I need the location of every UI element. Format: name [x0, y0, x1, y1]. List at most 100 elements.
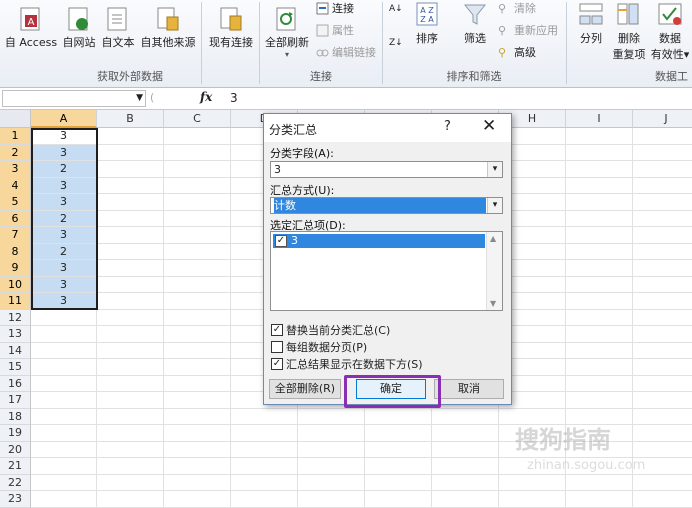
- cell-i11[interactable]: [566, 293, 633, 310]
- checkbox-checked-icon[interactable]: ✓: [271, 358, 283, 370]
- row-header-9[interactable]: 9: [0, 260, 31, 277]
- cell-a9[interactable]: 3: [31, 260, 97, 277]
- summary-below-checkbox[interactable]: ✓ 汇总结果显示在数据下方(S): [271, 356, 423, 372]
- cell-a18[interactable]: [31, 408, 97, 425]
- row-header-15[interactable]: 15: [0, 359, 31, 376]
- formula-input[interactable]: 3: [230, 91, 238, 105]
- cell-a22[interactable]: [31, 474, 97, 491]
- cell-i8[interactable]: [566, 243, 633, 260]
- cell-c18[interactable]: [164, 408, 231, 425]
- cell-j7[interactable]: [633, 227, 692, 244]
- ok-button[interactable]: 确定: [356, 379, 426, 399]
- cell-a13[interactable]: [31, 326, 97, 343]
- row-header-8[interactable]: 8: [0, 243, 31, 260]
- cell-d21[interactable]: [231, 458, 298, 475]
- from-other-sources-button[interactable]: 自其他来源: [139, 6, 197, 50]
- cell-b10[interactable]: [97, 276, 164, 293]
- cell-a12[interactable]: [31, 309, 97, 326]
- row-header-13[interactable]: 13: [0, 326, 31, 343]
- column-header-j[interactable]: J: [633, 110, 692, 128]
- cell-a5[interactable]: 3: [31, 194, 97, 211]
- cell-f23[interactable]: [365, 491, 432, 508]
- edit-links-button[interactable]: 编辑链接: [316, 44, 376, 60]
- cell-i14[interactable]: [566, 342, 633, 359]
- cell-j22[interactable]: [633, 475, 692, 491]
- cell-b17[interactable]: [97, 392, 164, 409]
- cell-b2[interactable]: [97, 144, 164, 161]
- cell-i4[interactable]: [566, 177, 633, 194]
- cell-b13[interactable]: [97, 326, 164, 343]
- cell-c4[interactable]: [164, 177, 231, 194]
- cell-a10[interactable]: 3: [31, 276, 97, 293]
- chevron-up-icon[interactable]: ▲: [490, 234, 496, 243]
- cell-g23[interactable]: [432, 491, 499, 508]
- row-header-10[interactable]: 10: [0, 276, 31, 293]
- cell-c19[interactable]: [164, 425, 231, 442]
- cell-j19[interactable]: [633, 425, 692, 442]
- connections-button[interactable]: 连接: [316, 0, 354, 16]
- cell-e23[interactable]: [298, 491, 365, 508]
- cell-b15[interactable]: [97, 359, 164, 376]
- select-all-corner[interactable]: [0, 110, 31, 128]
- cell-c14[interactable]: [164, 342, 231, 359]
- cell-i12[interactable]: [566, 309, 633, 326]
- column-header-a[interactable]: A: [31, 110, 97, 128]
- refresh-all-button[interactable]: 全部刷新 ▾: [262, 6, 312, 59]
- cell-a23[interactable]: [31, 491, 97, 508]
- cell-a3[interactable]: 2: [31, 161, 97, 178]
- cell-j1[interactable]: [633, 128, 692, 145]
- cell-b14[interactable]: [97, 342, 164, 359]
- cell-j20[interactable]: [633, 442, 692, 458]
- name-box[interactable]: ▼: [2, 90, 146, 107]
- cell-g18[interactable]: [432, 408, 499, 425]
- cell-f22[interactable]: [365, 474, 432, 491]
- cell-c12[interactable]: [164, 309, 231, 326]
- cell-g22[interactable]: [432, 474, 499, 491]
- cell-f19[interactable]: [365, 425, 432, 442]
- cell-b9[interactable]: [97, 260, 164, 277]
- cell-d23[interactable]: [231, 491, 298, 508]
- row-header-7[interactable]: 7: [0, 227, 31, 244]
- remove-all-button[interactable]: 全部删除(R): [269, 379, 341, 399]
- row-header-5[interactable]: 5: [0, 194, 31, 211]
- sort-asc-button[interactable]: A↓: [389, 4, 403, 14]
- chevron-down-icon[interactable]: ▾: [487, 162, 502, 177]
- checkbox-checked-icon[interactable]: ✓: [275, 235, 287, 247]
- cell-j14[interactable]: [633, 343, 692, 359]
- cell-d19[interactable]: [231, 425, 298, 442]
- cell-j17[interactable]: [633, 392, 692, 409]
- cell-f20[interactable]: [365, 441, 432, 458]
- cell-j2[interactable]: [633, 145, 692, 161]
- cell-c9[interactable]: [164, 260, 231, 277]
- cell-i7[interactable]: [566, 227, 633, 244]
- cell-j10[interactable]: [633, 277, 692, 293]
- cell-b3[interactable]: [97, 161, 164, 178]
- cell-g19[interactable]: [432, 425, 499, 442]
- cell-b21[interactable]: [97, 458, 164, 475]
- cell-a21[interactable]: [31, 458, 97, 475]
- cancel-button[interactable]: 取消: [434, 379, 504, 399]
- chevron-down-icon[interactable]: ▼: [490, 299, 496, 308]
- row-header-21[interactable]: 21: [0, 458, 31, 475]
- row-header-19[interactable]: 19: [0, 425, 31, 442]
- row-header-20[interactable]: 20: [0, 441, 31, 458]
- cell-i15[interactable]: [566, 359, 633, 376]
- properties-button[interactable]: 属性: [316, 22, 354, 38]
- cell-j15[interactable]: [633, 359, 692, 376]
- cell-i17[interactable]: [566, 392, 633, 409]
- cell-a11[interactable]: 3: [31, 293, 97, 310]
- cell-b18[interactable]: [97, 408, 164, 425]
- data-validation-button[interactable]: 数据 有效性▾: [650, 2, 690, 62]
- from-web-button[interactable]: 自网站: [60, 6, 98, 50]
- subtotal-method-select[interactable]: 计数 ▾: [270, 197, 503, 214]
- cell-i9[interactable]: [566, 260, 633, 277]
- cell-i1[interactable]: [566, 128, 633, 145]
- cell-c15[interactable]: [164, 359, 231, 376]
- cell-i10[interactable]: [566, 276, 633, 293]
- close-button[interactable]: ✕: [482, 116, 496, 136]
- row-header-18[interactable]: 18: [0, 408, 31, 425]
- cell-b5[interactable]: [97, 194, 164, 211]
- remove-duplicates-button[interactable]: 删除 重复项: [612, 2, 646, 62]
- subtotal-items-list[interactable]: ✓ 3 ▲ ▼: [270, 231, 503, 311]
- row-header-4[interactable]: 4: [0, 177, 31, 194]
